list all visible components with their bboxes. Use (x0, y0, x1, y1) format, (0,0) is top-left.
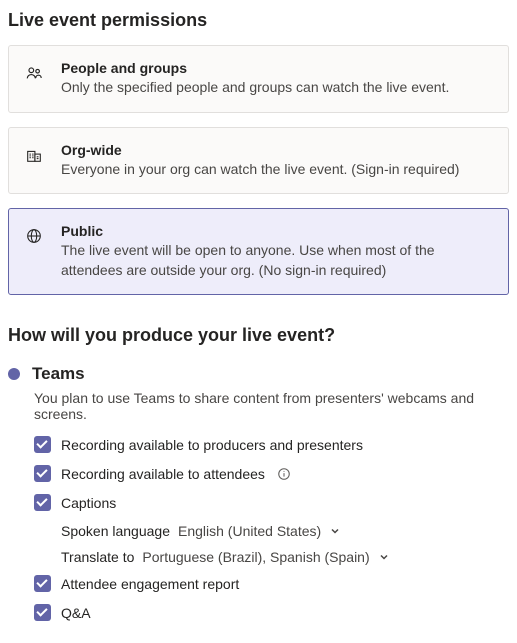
chevron-down-icon (329, 525, 341, 537)
spoken-language-value: English (United States) (178, 523, 321, 539)
people-icon (25, 64, 45, 82)
option-title: Org-wide (61, 142, 492, 158)
spoken-language-label: Spoken language (61, 523, 170, 539)
permission-option-public[interactable]: Public The live event will be open to an… (8, 208, 509, 295)
check-engagement-report[interactable]: Attendee engagement report (34, 575, 509, 592)
check-label: Attendee engagement report (61, 576, 239, 592)
checkbox-checked-icon (34, 436, 51, 453)
permission-option-people-groups[interactable]: People and groups Only the specified peo… (8, 45, 509, 113)
check-recording-attendees[interactable]: Recording available to attendees (34, 465, 509, 482)
permissions-heading: Live event permissions (8, 10, 509, 31)
building-icon (25, 146, 45, 164)
produce-option-label: Teams (32, 364, 85, 384)
check-label: Captions (61, 495, 116, 511)
check-label: Q&A (61, 605, 91, 621)
check-label: Recording available to producers and pre… (61, 437, 363, 453)
chevron-down-icon (378, 551, 390, 563)
check-recording-producers[interactable]: Recording available to producers and pre… (34, 436, 509, 453)
option-title: People and groups (61, 60, 492, 76)
produce-option-desc: You plan to use Teams to share content f… (34, 390, 509, 422)
checkbox-checked-icon (34, 604, 51, 621)
produce-option-teams[interactable]: Teams (8, 364, 509, 384)
translate-to-label: Translate to (61, 549, 134, 565)
option-desc: Only the specified people and groups can… (61, 78, 492, 98)
permission-option-org-wide[interactable]: Org-wide Everyone in your org can watch … (8, 127, 509, 195)
option-title: Public (61, 223, 492, 239)
option-desc: The live event will be open to anyone. U… (61, 241, 492, 280)
checkbox-checked-icon (34, 465, 51, 482)
option-desc: Everyone in your org can watch the live … (61, 160, 492, 180)
translate-to-select[interactable]: Translate to Portuguese (Brazil), Spanis… (61, 549, 509, 565)
check-label: Recording available to attendees (61, 466, 265, 482)
check-qa[interactable]: Q&A (34, 604, 509, 621)
checkbox-checked-icon (34, 494, 51, 511)
check-captions[interactable]: Captions (34, 494, 509, 511)
info-icon[interactable] (277, 467, 291, 481)
checkbox-checked-icon (34, 575, 51, 592)
radio-selected-icon (8, 368, 20, 380)
translate-to-value: Portuguese (Brazil), Spanish (Spain) (142, 549, 369, 565)
globe-icon (25, 227, 45, 245)
spoken-language-select[interactable]: Spoken language English (United States) (61, 523, 509, 539)
produce-heading: How will you produce your live event? (8, 325, 509, 346)
